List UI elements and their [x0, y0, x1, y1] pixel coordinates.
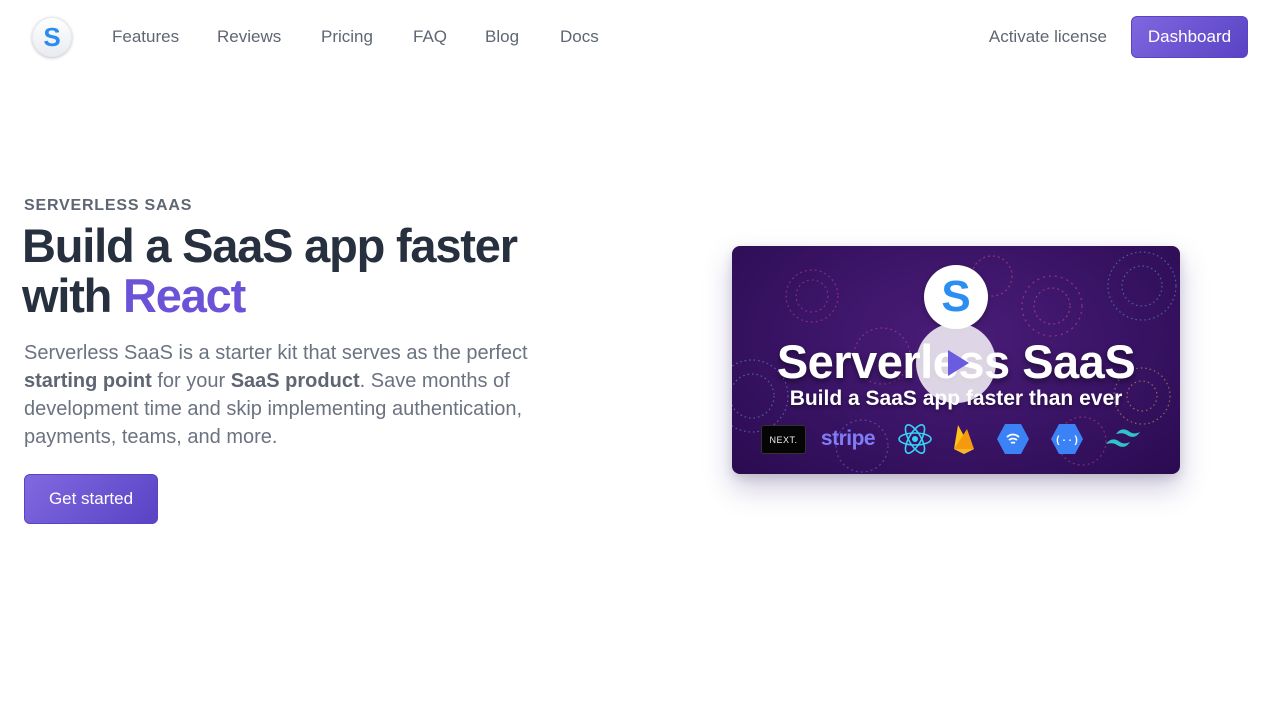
hero-headline: Build a SaaS app faster with React [22, 221, 642, 321]
headline-accent: React [123, 269, 246, 322]
desc-bold-starting-point: starting point [24, 370, 152, 392]
activate-license-link[interactable]: Activate license [989, 27, 1107, 47]
desc-part2: for your [157, 370, 226, 392]
video-logo: S [924, 265, 988, 329]
tailwind-icon [1104, 422, 1152, 456]
nav-link-features[interactable]: Features [112, 27, 179, 47]
nav-link-reviews[interactable]: Reviews [217, 27, 281, 47]
headline-line1: Build a SaaS app faster [22, 219, 518, 272]
svg-text:(··): (··) [1055, 435, 1079, 447]
desc-bold-saas-product: SaaS product [230, 370, 360, 392]
logo-letter: S [43, 21, 61, 52]
nav-link-docs[interactable]: Docs [560, 27, 599, 47]
cloud-function-icon [995, 422, 1031, 456]
logo[interactable]: S [32, 17, 72, 57]
get-started-button[interactable]: Get started [24, 474, 158, 524]
top-navbar: S Features Reviews Pricing FAQ Blog Docs… [0, 0, 1280, 74]
hero-eyebrow: SERVERLESS SAAS [24, 197, 193, 214]
desc-part1: Serverless SaaS is a starter kit that se… [24, 342, 528, 364]
nav-link-faq[interactable]: FAQ [413, 27, 447, 47]
video-thumbnail[interactable]: S Serverless SaaS Build a SaaS app faste… [732, 246, 1180, 474]
play-triangle [948, 350, 969, 376]
nextjs-icon: NEXT. [761, 425, 806, 454]
firebase-icon [950, 422, 978, 456]
hero-description: Serverless SaaS is a starter kit that se… [24, 339, 584, 451]
dashboard-button[interactable]: Dashboard [1131, 16, 1248, 58]
nav-link-blog[interactable]: Blog [485, 27, 519, 47]
cloud-run-icon: (··) [1049, 422, 1085, 456]
video-logo-letter: S [941, 272, 971, 321]
headline-with: with [22, 269, 112, 322]
nav-link-pricing[interactable]: Pricing [321, 27, 373, 47]
stripe-icon: stripe [820, 427, 876, 450]
react-icon [896, 422, 934, 456]
play-icon[interactable] [916, 323, 996, 403]
